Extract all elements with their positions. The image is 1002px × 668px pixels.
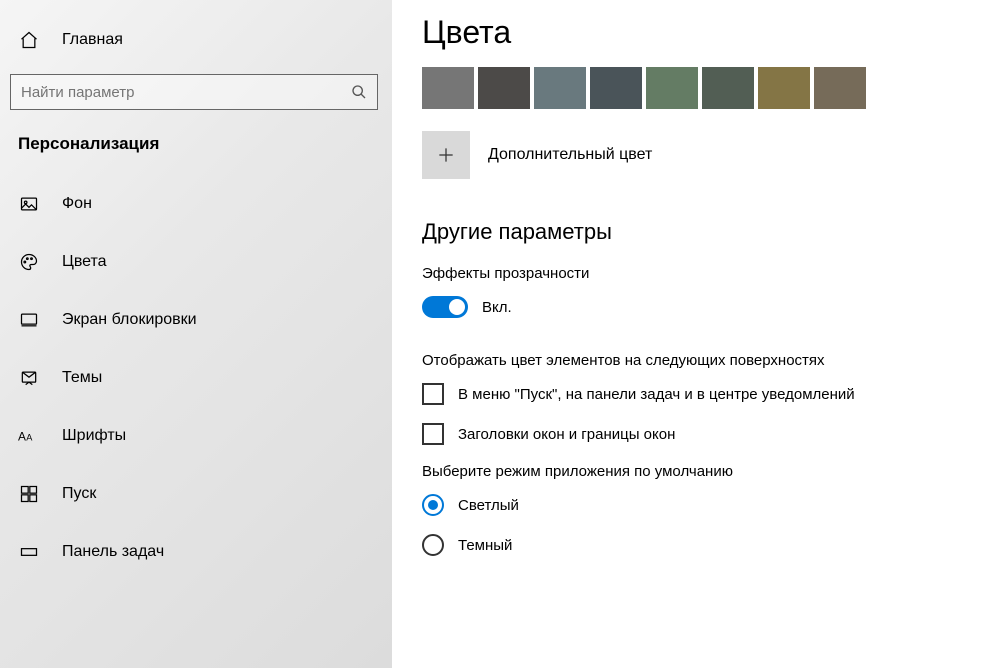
surface-option-start[interactable]: В меню "Пуск", на панели задач и в центр… [422, 383, 972, 405]
sidebar-item-label: Темы [62, 369, 102, 387]
color-swatch[interactable] [758, 67, 810, 109]
search-input[interactable] [21, 84, 351, 101]
sidebar-section-title: Персонализация [0, 134, 392, 154]
plus-icon [422, 131, 470, 179]
checkbox-label: В меню "Пуск", на панели задач и в центр… [458, 386, 855, 403]
page-title: Цвета [422, 14, 972, 51]
sidebar-item-taskbar[interactable]: Панель задач [0, 528, 392, 576]
color-swatch[interactable] [702, 67, 754, 109]
transparency-toggle[interactable] [422, 296, 468, 318]
surfaces-label: Отображать цвет элементов на следующих п… [422, 352, 972, 369]
surface-option-titlebars[interactable]: Заголовки окон и границы окон [422, 423, 972, 445]
sidebar-item-label: Цвета [62, 253, 107, 271]
checkbox[interactable] [422, 423, 444, 445]
palette-icon [18, 251, 40, 273]
checkbox-label: Заголовки окон и границы окон [458, 426, 675, 443]
sidebar-item-start[interactable]: Пуск [0, 470, 392, 518]
other-settings-heading: Другие параметры [422, 219, 972, 245]
color-swatch[interactable] [422, 67, 474, 109]
app-mode-option[interactable]: Светлый [422, 494, 972, 516]
radio-label: Светлый [458, 497, 519, 514]
search-input-container[interactable] [10, 74, 378, 110]
app-mode-label: Выберите режим приложения по умолчанию [422, 463, 972, 480]
fonts-icon: A A [18, 425, 40, 447]
sidebar-item-label: Пуск [62, 485, 96, 503]
sidebar-item-label: Панель задач [62, 543, 164, 561]
color-swatch[interactable] [534, 67, 586, 109]
radio-button[interactable] [422, 534, 444, 556]
sidebar-item-label: Фон [62, 195, 92, 213]
sidebar-item-lockscreen[interactable]: Экран блокировки [0, 296, 392, 344]
start-icon [18, 483, 40, 505]
sidebar-item-background[interactable]: Фон [0, 180, 392, 228]
sidebar-item-fonts[interactable]: A A Шрифты [0, 412, 392, 460]
sidebar-home-label: Главная [62, 31, 123, 49]
svg-text:A: A [26, 433, 33, 443]
main-content: Цвета Дополнительный цвет Другие парамет… [392, 0, 1002, 668]
checkbox[interactable] [422, 383, 444, 405]
taskbar-icon [18, 541, 40, 563]
color-swatch[interactable] [814, 67, 866, 109]
add-color-button[interactable]: Дополнительный цвет [422, 131, 972, 179]
add-color-label: Дополнительный цвет [488, 146, 652, 164]
color-swatch[interactable] [590, 67, 642, 109]
picture-icon [18, 193, 40, 215]
toggle-state-text: Вкл. [482, 299, 512, 316]
lockscreen-icon [18, 309, 40, 331]
sidebar-item-label: Экран блокировки [62, 311, 197, 329]
themes-icon [18, 367, 40, 389]
sidebar-item-colors[interactable]: Цвета [0, 238, 392, 286]
sidebar: Главная Персонализация Фон [0, 0, 392, 668]
sidebar-home[interactable]: Главная [0, 18, 392, 62]
sidebar-item-themes[interactable]: Темы [0, 354, 392, 402]
color-swatch-row [422, 67, 972, 109]
svg-text:A: A [18, 430, 26, 444]
color-swatch[interactable] [646, 67, 698, 109]
app-mode-option[interactable]: Темный [422, 534, 972, 556]
search-icon [351, 84, 367, 100]
sidebar-item-label: Шрифты [62, 427, 126, 445]
radio-button[interactable] [422, 494, 444, 516]
home-icon [18, 29, 40, 51]
transparency-label: Эффекты прозрачности [422, 265, 972, 282]
color-swatch[interactable] [478, 67, 530, 109]
radio-label: Темный [458, 537, 512, 554]
